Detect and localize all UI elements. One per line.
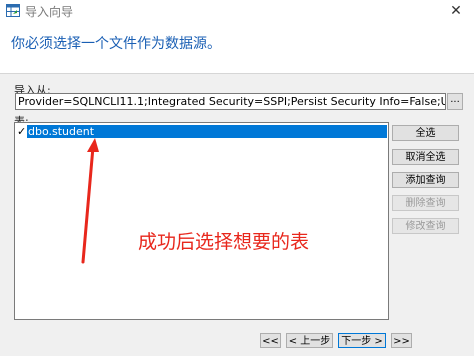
next-button[interactable]: 下一步 > [338, 333, 386, 348]
last-page-button[interactable]: >> [391, 333, 412, 348]
previous-button[interactable]: < 上一步 [286, 333, 333, 348]
annotation-text: 成功后选择想要的表 [138, 231, 310, 253]
first-page-button[interactable]: << [260, 333, 281, 348]
annotation-arrow [81, 138, 99, 264]
